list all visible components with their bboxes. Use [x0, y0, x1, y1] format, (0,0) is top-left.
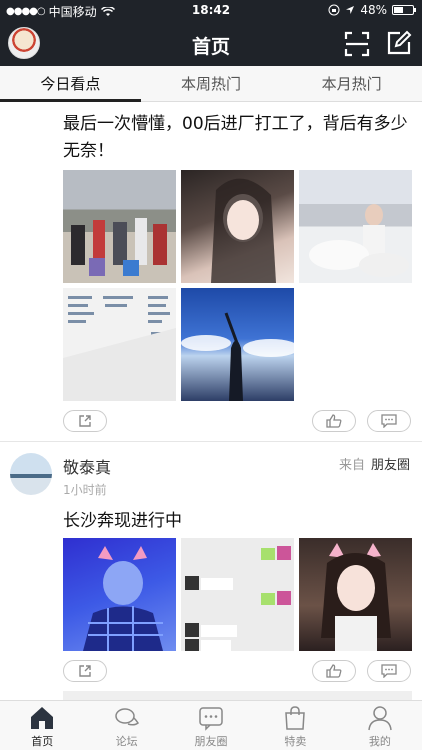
tab-week[interactable]: 本周热门 — [141, 66, 282, 101]
share-button[interactable] — [63, 660, 107, 682]
like-button[interactable] — [312, 410, 356, 432]
like-button[interactable] — [312, 660, 356, 682]
share-icon — [79, 415, 91, 427]
source-prefix: 来自 — [338, 458, 365, 473]
post-image[interactable] — [181, 288, 294, 401]
author-avatar[interactable] — [10, 453, 52, 495]
nav-sale-label: 特卖 — [284, 735, 307, 748]
user-icon — [368, 706, 392, 731]
nav-home-label: 首页 — [31, 735, 54, 748]
share-button[interactable] — [63, 410, 107, 432]
post-image[interactable] — [299, 170, 412, 283]
nav-me-label: 我的 — [368, 735, 391, 748]
post-image[interactable] — [63, 538, 176, 651]
forum-icon — [114, 708, 139, 726]
thumbs-up-icon — [326, 414, 342, 428]
bag-icon — [285, 706, 306, 730]
status-bar: ●●●●○ 中国移动 18:42 48% — [0, 0, 422, 22]
moments-icon — [199, 707, 223, 731]
post-text[interactable]: 最后一次懵懂，00后进厂打工了，背后有多少无奈！ — [63, 111, 413, 165]
tab-today[interactable]: 今日看点 — [0, 66, 141, 102]
source-name[interactable]: 朋友圈 — [371, 458, 410, 473]
share-icon — [79, 665, 91, 677]
thumbs-up-icon — [326, 664, 342, 678]
nav-forum[interactable]: 论坛 — [84, 701, 168, 750]
nav-forum-label: 论坛 — [115, 735, 138, 748]
comment-icon — [381, 414, 397, 428]
feed[interactable]: 最后一次懵懂，00后进厂打工了，背后有多少无奈！ 敬泰真 1小时前 来自 朋友圈 … — [0, 103, 422, 700]
comment-preview-bar — [63, 691, 412, 700]
post-text[interactable]: 长沙奔现进行中 — [63, 506, 182, 531]
post-image[interactable] — [63, 170, 176, 283]
post-image[interactable] — [181, 170, 294, 283]
bottom-nav: 首页 论坛 朋友圈 特卖 我的 — [0, 700, 422, 750]
nav-moments[interactable]: 朋友圈 — [169, 701, 253, 750]
feed-tabs: 今日看点 本周热门 本月热门 — [0, 66, 422, 102]
post-image[interactable] — [63, 288, 176, 401]
comment-button[interactable] — [367, 410, 411, 432]
edit-icon[interactable] — [386, 30, 412, 56]
location-icon — [346, 6, 355, 14]
scan-icon[interactable] — [344, 31, 370, 57]
post-source: 来自 朋友圈 — [339, 454, 410, 473]
post-image[interactable] — [299, 538, 412, 651]
post-time: 1小时前 — [63, 483, 107, 497]
comment-button[interactable] — [367, 660, 411, 682]
orientation-lock-icon — [328, 4, 340, 16]
nav-sale[interactable]: 特卖 — [253, 701, 337, 750]
top-navbar: 首页 — [0, 22, 422, 66]
author-name[interactable]: 敬泰真 — [63, 454, 111, 478]
post-image[interactable] — [181, 538, 294, 651]
post-divider — [0, 441, 422, 442]
battery-icon — [392, 5, 416, 15]
comment-icon — [381, 664, 397, 678]
nav-me[interactable]: 我的 — [338, 701, 422, 750]
nav-home[interactable]: 首页 — [0, 701, 84, 750]
battery-percent: 48% — [360, 3, 387, 17]
home-icon — [31, 707, 54, 729]
nav-moments-label: 朋友圈 — [194, 735, 228, 748]
tab-month[interactable]: 本月热门 — [281, 66, 422, 101]
